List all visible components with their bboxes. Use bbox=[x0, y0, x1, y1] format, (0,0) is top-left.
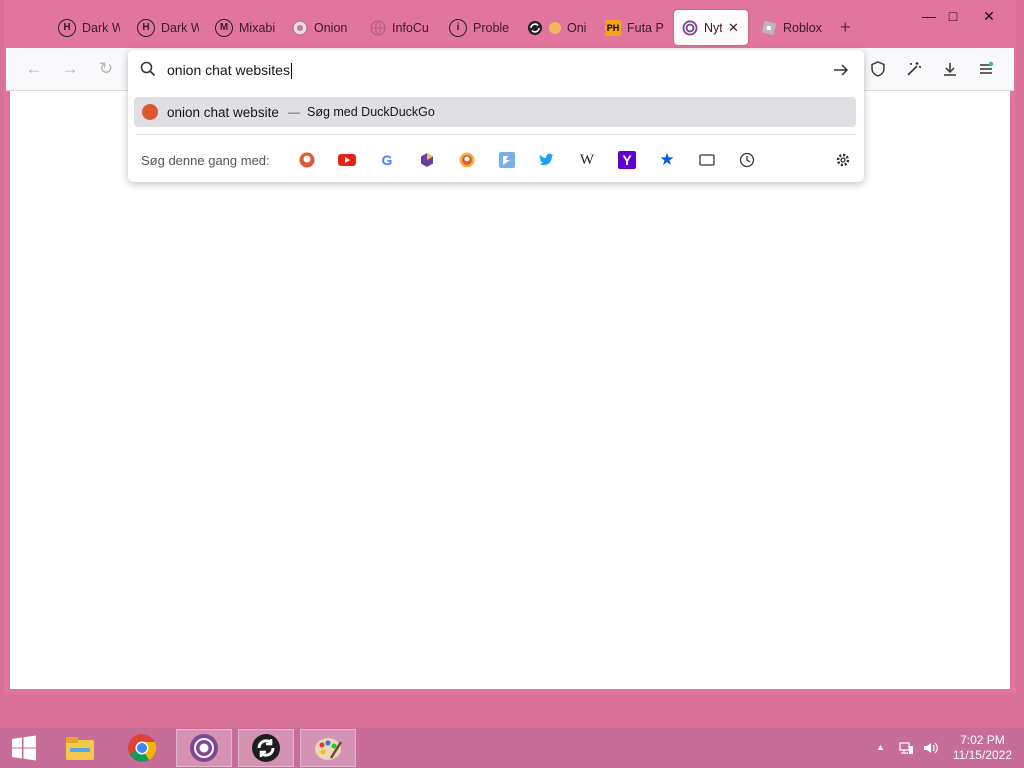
tab-onion[interactable]: Onion bbox=[292, 10, 354, 45]
go-arrow-icon[interactable] bbox=[832, 61, 850, 82]
h-icon: H bbox=[58, 18, 76, 37]
url-bar[interactable]: onion chat websites bbox=[128, 50, 864, 90]
text-cursor bbox=[290, 63, 292, 80]
tab-mixabi[interactable]: M Mixabi bbox=[215, 10, 277, 45]
ph-icon: PH bbox=[605, 19, 621, 36]
volume-icon[interactable] bbox=[922, 740, 938, 759]
suggestion-separator: — bbox=[288, 105, 300, 119]
reload-icon[interactable]: ↻ bbox=[92, 56, 120, 82]
download-icon[interactable] bbox=[936, 56, 964, 82]
globe-icon bbox=[370, 19, 386, 36]
shield-icon[interactable] bbox=[864, 56, 892, 82]
tab-label: Dark W bbox=[161, 20, 199, 35]
tab-label: InfoCu bbox=[392, 20, 429, 35]
suggestion-row[interactable]: onion chat website — Søg med DuckDuckGo bbox=[134, 97, 856, 127]
m-icon: M bbox=[215, 18, 233, 37]
back-icon[interactable]: ← bbox=[20, 56, 48, 82]
urlbar-dropdown: onion chat websites onion chat website —… bbox=[128, 50, 864, 182]
tab-label: Dark W bbox=[82, 20, 120, 35]
bing-icon[interactable] bbox=[498, 151, 516, 169]
clock-date: 11/15/2022 bbox=[952, 748, 1012, 762]
twitter-icon[interactable] bbox=[538, 151, 556, 169]
tabs-icon[interactable] bbox=[698, 151, 716, 169]
tab-label: Nyt bbox=[704, 20, 722, 35]
history-clock-icon[interactable] bbox=[738, 151, 756, 169]
google-icon[interactable]: G bbox=[378, 151, 396, 169]
search-engines-row: Søg denne gang med: G W Y ★ bbox=[128, 144, 864, 174]
tor-browser-taskbar-icon[interactable] bbox=[176, 729, 232, 767]
tab-label: Roblox bbox=[783, 20, 822, 35]
close-window-button[interactable]: ✕ bbox=[966, 0, 1012, 32]
onion-icon bbox=[292, 20, 308, 36]
close-tab-icon[interactable]: ✕ bbox=[728, 20, 739, 36]
tab-nyt-active[interactable]: Nyt ✕ bbox=[674, 10, 748, 45]
clock-time: 7:02 PM bbox=[960, 733, 1005, 747]
tab-dark-web-1[interactable]: H Dark W bbox=[58, 10, 120, 45]
new-tab-button[interactable]: + bbox=[840, 10, 860, 45]
startpage-icon[interactable] bbox=[418, 151, 436, 169]
roblox-icon bbox=[761, 20, 777, 36]
menu-icon[interactable] bbox=[972, 56, 1000, 82]
settings-gear-icon[interactable] bbox=[834, 151, 852, 169]
duckduckgo-onion-icon[interactable] bbox=[458, 151, 476, 169]
bookmarks-star-icon[interactable]: ★ bbox=[658, 150, 676, 169]
file-explorer-icon[interactable] bbox=[52, 729, 108, 767]
tab-futa[interactable]: PH Futa P bbox=[605, 10, 667, 45]
tab-proble[interactable]: i Proble bbox=[449, 10, 511, 45]
wikipedia-icon[interactable]: W bbox=[578, 151, 596, 169]
tab-dark-web-2[interactable]: H Dark W bbox=[137, 10, 199, 45]
divider bbox=[136, 134, 856, 135]
tab-infocu[interactable]: InfoCu bbox=[370, 10, 432, 45]
windows-taskbar: ▲ 7:02 PM 11/15/2022 bbox=[0, 728, 1024, 768]
tab-label: Onion bbox=[314, 20, 348, 35]
suggestion-action: Søg med DuckDuckGo bbox=[307, 105, 435, 119]
duckduckgo-icon bbox=[142, 104, 158, 120]
search-icon bbox=[140, 61, 156, 80]
tab-label: Oni bbox=[567, 20, 587, 35]
sync-icon bbox=[527, 20, 543, 36]
search-with-label: Søg denne gang med: bbox=[141, 153, 270, 168]
duckduckgo-icon[interactable] bbox=[298, 151, 316, 169]
tab-label: Futa P bbox=[627, 20, 664, 35]
browser-window: H Dark W H Dark W M Mixabi Onion InfoCu … bbox=[4, 0, 1016, 694]
info-icon: i bbox=[449, 18, 467, 37]
url-input[interactable]: onion chat websites bbox=[167, 62, 292, 80]
start-button[interactable] bbox=[0, 729, 48, 767]
yahoo-icon[interactable]: Y bbox=[618, 151, 636, 169]
paint-icon[interactable] bbox=[300, 729, 356, 767]
tab-bar: H Dark W H Dark W M Mixabi Onion InfoCu … bbox=[4, 0, 1016, 48]
system-clock[interactable]: 7:02 PM 11/15/2022 bbox=[953, 733, 1012, 763]
tab-oni[interactable]: Oni bbox=[527, 10, 589, 45]
url-input-text: onion chat websites bbox=[167, 62, 290, 78]
tab-roblox[interactable]: Roblox bbox=[761, 10, 831, 45]
tab-label: Proble bbox=[473, 20, 510, 35]
chrome-icon[interactable] bbox=[114, 729, 170, 767]
show-hidden-icons-chevron-icon[interactable]: ▲ bbox=[876, 742, 885, 752]
youtube-icon[interactable] bbox=[338, 151, 356, 169]
h-icon: H bbox=[137, 18, 155, 37]
sync-app-icon[interactable] bbox=[238, 729, 294, 767]
wand-icon[interactable] bbox=[900, 56, 928, 82]
network-icon[interactable] bbox=[898, 740, 914, 759]
suggestion-query: onion chat website bbox=[167, 105, 279, 120]
forward-icon[interactable]: → bbox=[56, 56, 84, 82]
hand-icon bbox=[549, 21, 561, 34]
tab-label: Mixabi bbox=[239, 20, 276, 35]
tor-icon bbox=[682, 20, 698, 36]
